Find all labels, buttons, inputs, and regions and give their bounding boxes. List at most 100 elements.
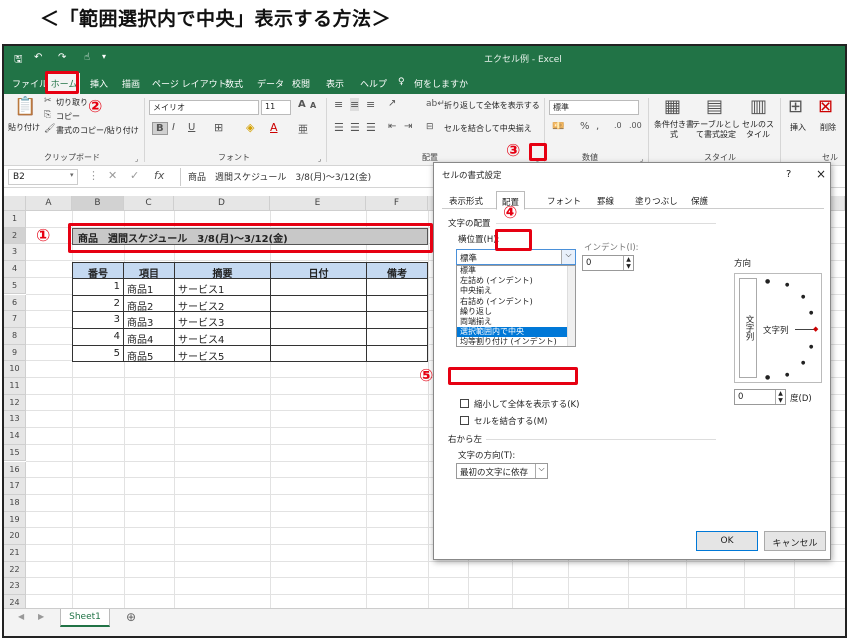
- shrink-to-fit-checkbox[interactable]: [460, 399, 469, 408]
- table-cell[interactable]: [270, 294, 367, 313]
- tell-me-search[interactable]: 何をしますか: [414, 77, 468, 90]
- column-header[interactable]: E: [270, 196, 366, 211]
- table-cell[interactable]: 2: [72, 294, 124, 313]
- table-cell[interactable]: 商品1: [123, 278, 175, 296]
- dropdown-option[interactable]: 均等割り付け (インデント): [457, 337, 567, 346]
- table-cell[interactable]: [366, 328, 428, 346]
- dropdown-scrollbar[interactable]: [567, 266, 575, 346]
- tab-data[interactable]: データ: [257, 77, 284, 90]
- percent-icon[interactable]: %: [580, 121, 590, 132]
- tab-review[interactable]: 校閲: [292, 77, 310, 90]
- format-painter-icon[interactable]: 🖌: [44, 124, 55, 134]
- name-box[interactable]: B2: [8, 169, 78, 185]
- row-header[interactable]: 5: [4, 277, 26, 295]
- table-cell[interactable]: 4: [72, 328, 124, 346]
- indent-spinner[interactable]: 0 ▲ ▼: [582, 255, 634, 271]
- format-painter-button[interactable]: 書式のコピー/貼り付け: [56, 125, 139, 136]
- clipboard-launcher-icon[interactable]: ⌟: [135, 155, 138, 163]
- row-header[interactable]: 14: [4, 428, 26, 445]
- prev-sheet-icon[interactable]: ◀: [18, 612, 24, 621]
- table-cell[interactable]: 商品4: [123, 328, 175, 346]
- align-top-icon[interactable]: ≡: [334, 98, 343, 111]
- insert-cells-button[interactable]: 挿入: [790, 122, 806, 133]
- tab-insert[interactable]: 挿入: [90, 77, 108, 90]
- align-left-icon[interactable]: ☰: [334, 121, 344, 134]
- table-header[interactable]: 備考: [366, 262, 428, 280]
- number-format-select[interactable]: 標準: [549, 100, 639, 115]
- phonetic-icon[interactable]: 亜: [298, 121, 308, 136]
- spinner-arrows-icon[interactable]: ▲ ▼: [623, 256, 633, 270]
- dropdown-option[interactable]: 右詰め (インデント): [457, 297, 567, 307]
- tab-font[interactable]: フォント: [542, 191, 586, 209]
- format-as-table-icon[interactable]: ▤: [706, 96, 723, 117]
- tab-view[interactable]: 表示: [326, 77, 344, 90]
- comma-icon[interactable]: ,: [596, 121, 599, 132]
- table-cell[interactable]: [366, 294, 428, 313]
- formula-input[interactable]: 商品 週間スケジュール 3/8(月)～3/12(金): [188, 170, 371, 183]
- table-cell[interactable]: [270, 278, 367, 296]
- decrease-font-icon[interactable]: A: [310, 101, 316, 110]
- column-header[interactable]: B: [72, 196, 124, 211]
- underline-icon[interactable]: U: [188, 122, 195, 133]
- confirm-entry-icon[interactable]: ✓: [130, 169, 139, 182]
- table-header[interactable]: 摘要: [174, 262, 271, 280]
- dropdown-option[interactable]: 両端揃え: [457, 317, 567, 327]
- table-header[interactable]: 項目: [123, 262, 175, 280]
- row-header[interactable]: 8: [4, 327, 26, 345]
- decrease-decimal-icon[interactable]: .00: [629, 121, 642, 130]
- row-header[interactable]: 7: [4, 311, 26, 328]
- dropdown-option[interactable]: 標準: [457, 266, 567, 276]
- table-cell[interactable]: 商品5: [123, 344, 175, 363]
- cut-button[interactable]: 切り取り: [56, 97, 88, 108]
- cancel-entry-icon[interactable]: ✕: [108, 169, 117, 182]
- row-header[interactable]: 23: [4, 578, 26, 596]
- table-cell[interactable]: 1: [72, 278, 124, 296]
- chevron-down-icon[interactable]: ⌵: [561, 250, 575, 264]
- spinner-arrows-icon[interactable]: ▲ ▼: [775, 390, 785, 404]
- select-all-corner[interactable]: [4, 196, 26, 211]
- table-cell[interactable]: [366, 311, 428, 330]
- column-header[interactable]: A: [26, 196, 72, 211]
- column-header[interactable]: F: [366, 196, 428, 211]
- row-header[interactable]: 16: [4, 461, 26, 479]
- dropdown-option[interactable]: 中央揃え: [457, 286, 567, 296]
- paste-icon[interactable]: 📋: [14, 96, 36, 117]
- tab-help[interactable]: ヘルプ: [360, 77, 387, 90]
- paste-button[interactable]: 貼り付け: [8, 122, 40, 133]
- align-bottom-icon[interactable]: ≡: [366, 98, 375, 111]
- row-header[interactable]: 21: [4, 545, 26, 562]
- merge-cells-checkbox[interactable]: [460, 416, 469, 425]
- table-cell[interactable]: [366, 278, 428, 296]
- orientation-icon[interactable]: ↗: [388, 98, 396, 109]
- row-header[interactable]: 19: [4, 511, 26, 529]
- row-header[interactable]: 6: [4, 294, 26, 312]
- tab-protection[interactable]: 保護: [686, 191, 713, 209]
- redo-icon[interactable]: ↷: [58, 52, 66, 63]
- add-sheet-icon[interactable]: ⊕: [126, 610, 136, 624]
- dropdown-option[interactable]: 左詰め (インデント): [457, 276, 567, 286]
- table-cell[interactable]: [270, 328, 367, 346]
- orientation-box[interactable]: 文字列 文字列 ◆ ● ● ● ● ● ● ● ●: [734, 273, 822, 383]
- undo-icon[interactable]: ↶: [34, 52, 42, 63]
- horizontal-select[interactable]: 標準 ⌵: [456, 249, 576, 265]
- font-name-select[interactable]: メイリオ: [149, 100, 259, 115]
- cell-style-icon[interactable]: ▥: [750, 96, 767, 117]
- row-header[interactable]: 22: [4, 561, 26, 579]
- row-header[interactable]: 1: [4, 211, 26, 228]
- orientation-handle-icon[interactable]: ◆: [813, 325, 818, 333]
- delete-cells-button[interactable]: 削除: [820, 122, 836, 133]
- touch-mode-icon[interactable]: ☝: [84, 52, 90, 63]
- row-header[interactable]: 3: [4, 244, 26, 262]
- table-cell[interactable]: 商品3: [123, 311, 175, 329]
- table-cell[interactable]: 商品2: [123, 294, 175, 313]
- table-cell[interactable]: サービス4: [174, 328, 271, 346]
- tab-file[interactable]: ファイル: [12, 77, 48, 90]
- increase-indent-icon[interactable]: ⇥: [404, 121, 412, 132]
- tab-number-format[interactable]: 表示形式: [444, 191, 488, 209]
- decrease-indent-icon[interactable]: ⇤: [388, 121, 396, 132]
- merge-center-button[interactable]: セルを結合して中央揃え: [444, 123, 532, 134]
- column-header[interactable]: C: [124, 196, 174, 211]
- dropdown-option[interactable]: 繰り返し: [457, 307, 567, 317]
- font-size-select[interactable]: 11: [261, 100, 291, 115]
- name-box-dropdown-icon[interactable]: ▾: [70, 171, 74, 179]
